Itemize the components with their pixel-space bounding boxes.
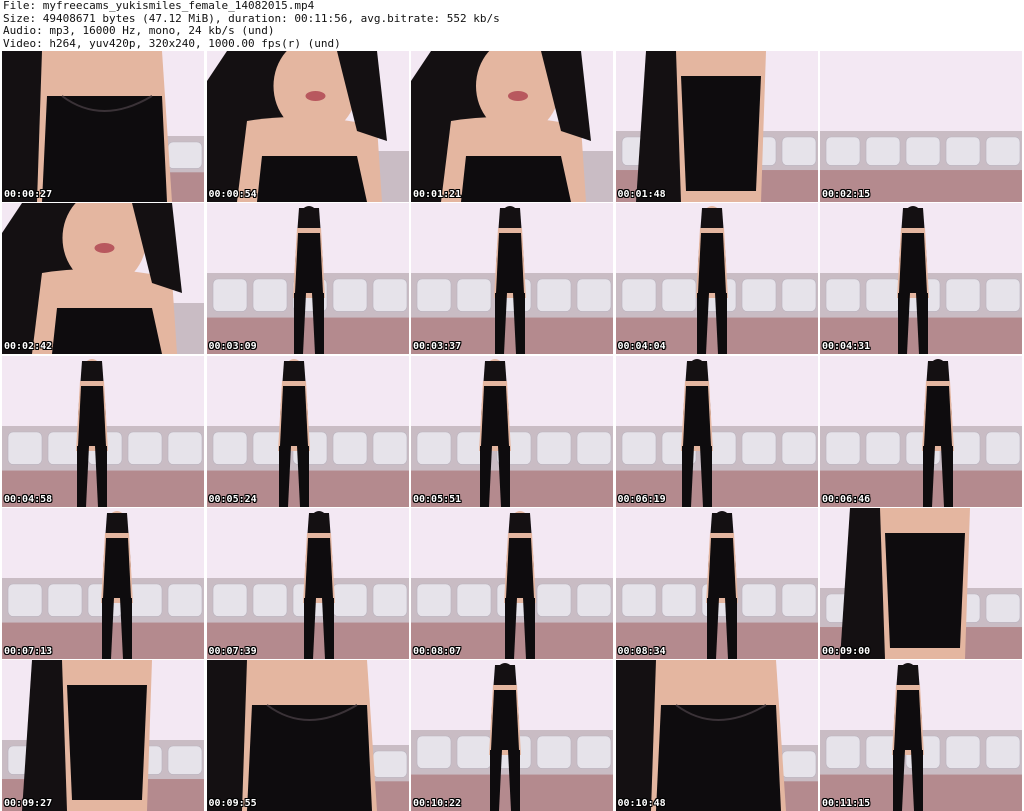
video-frame-thumbnail: 00:11:15 (820, 660, 1022, 811)
video-frame-thumbnail: 00:07:13 (2, 507, 204, 659)
video-frame-thumbnail: 00:07:39 (206, 507, 409, 659)
video-frame-thumbnail: 00:02:42 (2, 203, 204, 355)
frame-timestamp: 00:08:34 (617, 645, 666, 657)
frame-timestamp: 00:09:55 (208, 798, 257, 809)
frame-timestamp: 00:04:04 (617, 341, 666, 353)
frame-timestamp: 00:08:07 (413, 645, 462, 657)
thumbnail-grid: 00:00:27 00:00:54 00:01:21 00:01:48 00:02:15… (2, 51, 1022, 811)
video-frame-thumbnail: 00:02:15 (820, 51, 1022, 202)
frame-image (820, 507, 1022, 659)
file-size-line: Size: 49408671 bytes (47.12 MiB), durati… (3, 12, 500, 25)
frame-image (206, 51, 409, 202)
video-frame-thumbnail: 00:01:48 (615, 51, 818, 202)
frame-image (206, 203, 409, 355)
frame-image (206, 355, 409, 507)
frame-timestamp: 00:09:00 (822, 645, 871, 657)
video-frame-thumbnail: 00:10:22 (411, 660, 613, 811)
frame-image (615, 660, 818, 811)
frame-timestamp: 00:02:42 (4, 341, 53, 353)
frame-timestamp: 00:10:48 (617, 798, 666, 809)
frame-image (411, 507, 613, 659)
frame-timestamp: 00:06:19 (617, 493, 666, 505)
frame-timestamp: 00:04:31 (822, 341, 871, 353)
frame-image (2, 51, 204, 202)
frame-image (615, 51, 818, 202)
audio-info-line: Audio: mp3, 16000 Hz, mono, 24 kb/s (und… (3, 25, 275, 37)
video-frame-thumbnail: 00:01:21 (411, 51, 613, 202)
frame-image (411, 660, 613, 811)
video-frame-thumbnail: 00:00:27 (2, 51, 204, 202)
video-frame-thumbnail: 00:06:46 (820, 355, 1022, 507)
frame-timestamp: 00:00:54 (208, 189, 257, 200)
frame-image (206, 660, 409, 811)
file-info-header: File: myfreecams_yukismiles_female_14082… (3, 0, 1021, 50)
frame-timestamp: 00:07:13 (4, 645, 53, 657)
video-frame-thumbnail: 00:05:24 (206, 355, 409, 507)
video-frame-thumbnail: 00:05:51 (411, 355, 613, 507)
frame-timestamp: 00:03:37 (413, 341, 462, 353)
video-frame-thumbnail: 00:08:07 (411, 507, 613, 659)
video-frame-thumbnail: 00:03:09 (206, 203, 409, 355)
frame-timestamp: 00:01:21 (413, 189, 462, 200)
frame-timestamp: 00:10:22 (413, 798, 462, 809)
video-frame-thumbnail: 00:00:54 (206, 51, 409, 202)
frame-image (820, 355, 1022, 507)
video-frame-thumbnail: 00:09:55 (206, 660, 409, 811)
video-frame-thumbnail: 00:03:37 (411, 203, 613, 355)
frame-image (411, 51, 613, 202)
frame-timestamp: 00:01:48 (617, 189, 666, 200)
frame-timestamp: 00:03:09 (208, 341, 257, 353)
frame-timestamp: 00:07:39 (208, 645, 257, 657)
video-frame-thumbnail: 00:04:04 (615, 203, 818, 355)
frame-image (615, 355, 818, 507)
frame-image (615, 507, 818, 659)
video-frame-thumbnail: 00:06:19 (615, 355, 818, 507)
frame-timestamp: 00:00:27 (4, 189, 53, 200)
frame-image (820, 51, 1022, 202)
frame-timestamp: 00:04:58 (4, 493, 53, 505)
frame-image (206, 507, 409, 659)
frame-timestamp: 00:06:46 (822, 493, 871, 505)
frame-image (820, 660, 1022, 811)
frame-image (411, 355, 613, 507)
video-frame-thumbnail: 00:10:48 (615, 660, 818, 811)
frame-image (2, 355, 204, 507)
video-frame-thumbnail: 00:04:31 (820, 203, 1022, 355)
video-frame-thumbnail: 00:04:58 (2, 355, 204, 507)
frame-image (615, 203, 818, 355)
video-frame-thumbnail: 00:09:00 (820, 507, 1022, 659)
frame-timestamp: 00:05:24 (208, 493, 257, 505)
frame-image (411, 203, 613, 355)
frame-timestamp: 00:11:15 (822, 798, 871, 809)
frame-timestamp: 00:05:51 (413, 493, 462, 505)
frame-timestamp: 00:02:15 (822, 189, 871, 200)
frame-timestamp: 00:09:27 (4, 798, 53, 809)
file-name-line: File: myfreecams_yukismiles_female_14082… (3, 0, 315, 12)
frame-image (2, 203, 204, 355)
frame-image (820, 203, 1022, 355)
video-frame-thumbnail: 00:08:34 (615, 507, 818, 659)
frame-image (2, 660, 204, 811)
video-frame-thumbnail: 00:09:27 (2, 660, 204, 811)
video-info-line: Video: h264, yuv420p, 320x240, 1000.00 f… (3, 37, 341, 50)
frame-image (2, 507, 204, 659)
